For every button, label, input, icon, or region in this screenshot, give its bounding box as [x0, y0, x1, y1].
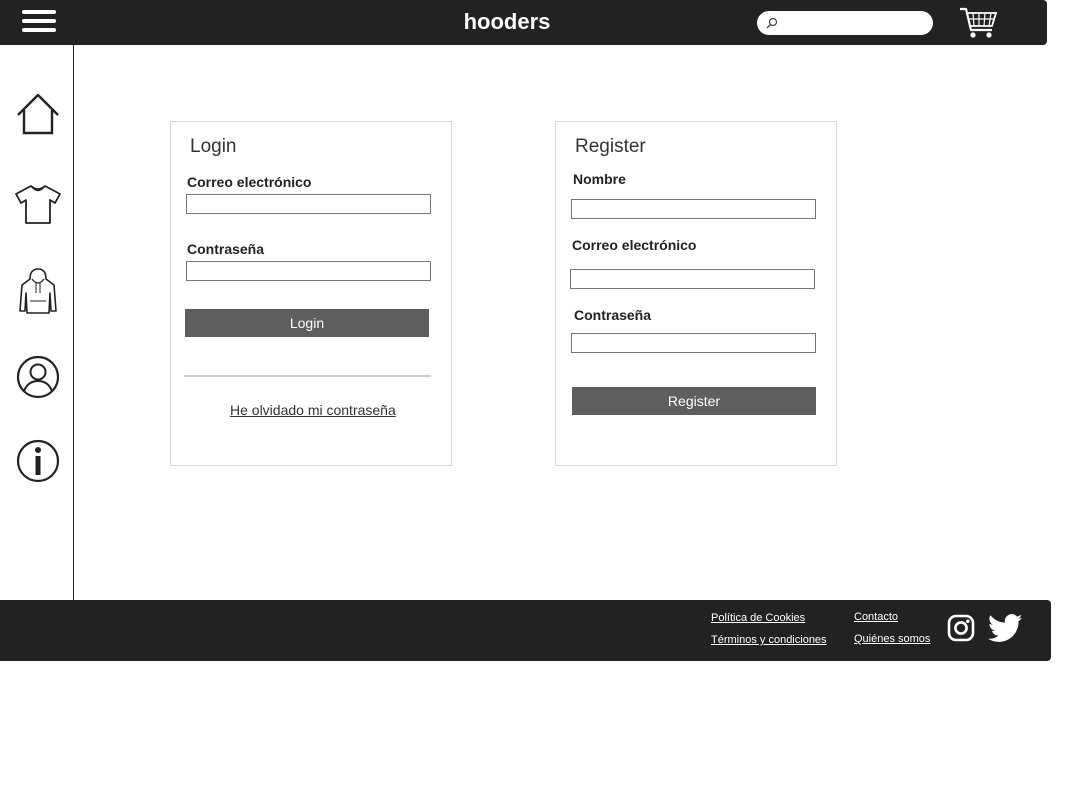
- user-icon[interactable]: [14, 353, 62, 401]
- tshirt-icon[interactable]: [14, 181, 62, 229]
- cart-icon[interactable]: [958, 4, 998, 40]
- footer: Política de Cookies Términos y condicion…: [0, 600, 1051, 661]
- search-icon: [766, 17, 778, 29]
- login-password-label: Contraseña: [187, 241, 265, 257]
- login-card: Login Correo electrónico Contraseña Logi…: [170, 121, 452, 466]
- login-title: Login: [190, 136, 237, 157]
- contact-link[interactable]: Contacto: [854, 611, 898, 623]
- register-card: Register Nombre Correo electrónico Contr…: [555, 121, 837, 466]
- search-input[interactable]: [783, 14, 923, 32]
- instagram-icon[interactable]: [947, 614, 975, 642]
- forgot-password-link[interactable]: He olvidado mi contraseña: [230, 402, 396, 418]
- info-icon[interactable]: [14, 437, 62, 485]
- cookies-policy-link[interactable]: Política de Cookies: [711, 612, 805, 624]
- register-title: Register: [575, 136, 646, 157]
- brand-logo[interactable]: hooders: [447, 8, 567, 36]
- register-email-label: Correo electrónico: [572, 237, 697, 253]
- login-button[interactable]: Login: [185, 309, 429, 337]
- login-email-input[interactable]: [186, 194, 431, 214]
- about-us-link[interactable]: Quiénes somos: [854, 633, 930, 645]
- login-email-label: Correo electrónico: [187, 174, 312, 190]
- register-password-input[interactable]: [571, 333, 816, 353]
- register-password-label: Contraseña: [574, 307, 652, 323]
- terms-link[interactable]: Términos y condiciones: [711, 634, 827, 646]
- login-password-input[interactable]: [186, 261, 431, 281]
- sidebar: [0, 45, 74, 600]
- twitter-icon[interactable]: [988, 614, 1023, 643]
- register-email-input[interactable]: [570, 269, 815, 289]
- hoodie-icon[interactable]: [14, 267, 62, 315]
- login-divider: [184, 375, 431, 377]
- search-bar[interactable]: [757, 11, 933, 35]
- menu-icon[interactable]: [22, 10, 56, 36]
- top-navbar: hooders: [0, 0, 1047, 45]
- register-name-input[interactable]: [571, 199, 816, 219]
- register-button[interactable]: Register: [572, 387, 816, 415]
- register-name-label: Nombre: [573, 171, 626, 187]
- home-icon[interactable]: [14, 91, 62, 139]
